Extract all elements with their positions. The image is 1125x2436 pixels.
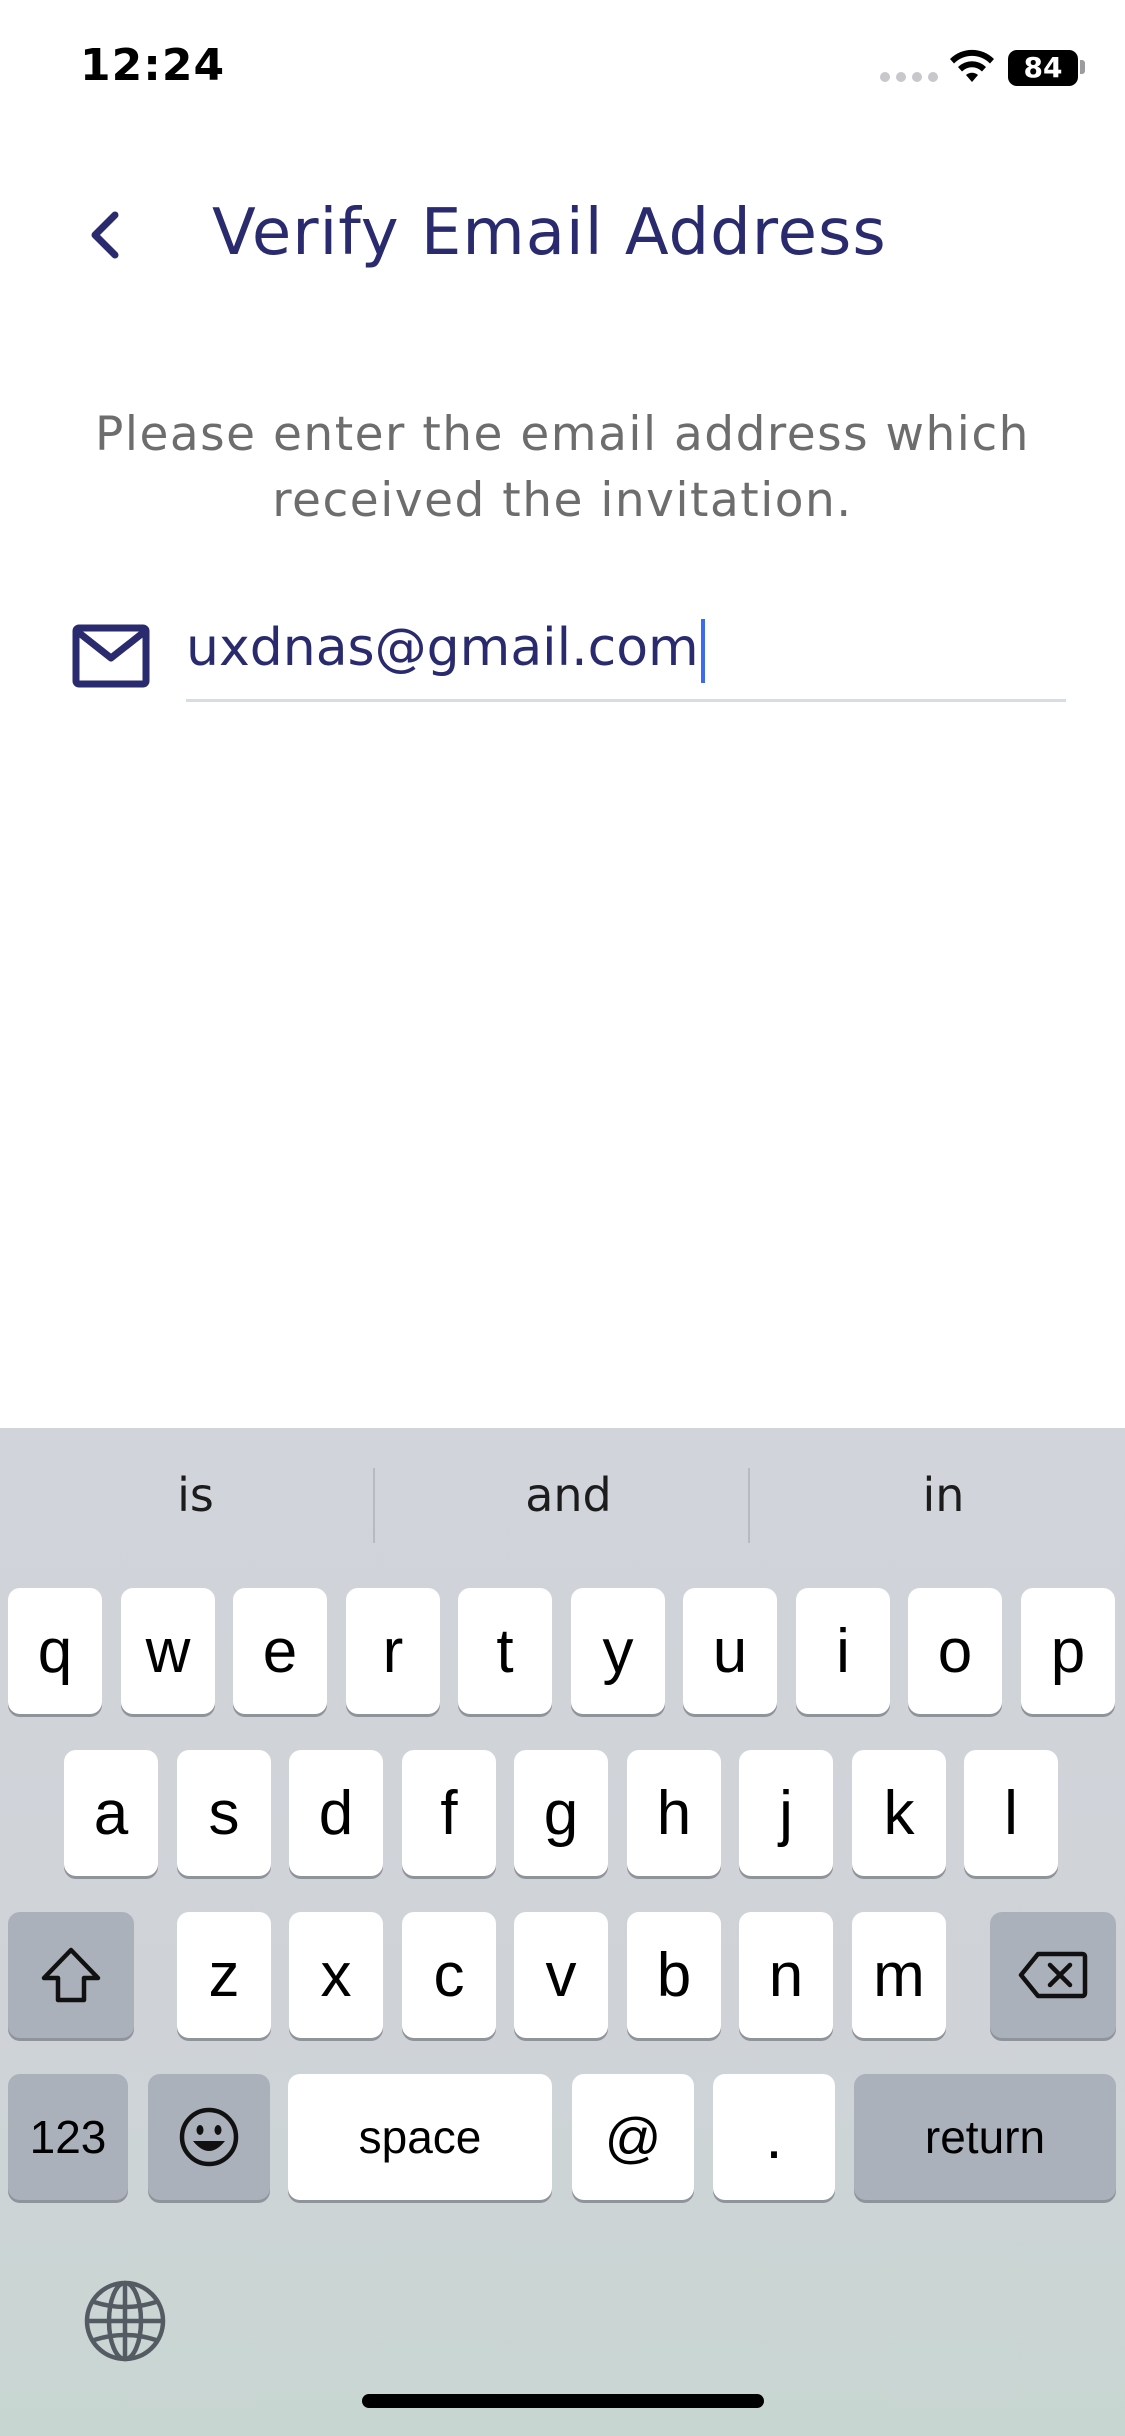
key-q[interactable]: q [8,1588,102,1714]
key-f[interactable]: f [402,1750,496,1876]
key-e[interactable]: e [233,1588,327,1714]
page-title: Verify Email Address [212,196,887,270]
key-w[interactable]: w [121,1588,215,1714]
key-g[interactable]: g [514,1750,608,1876]
email-value-wrapper: uxdnas@gmail.com [186,618,705,683]
key-v[interactable]: v [514,1912,608,2038]
suggestion-divider [373,1468,375,1543]
suggestion-2[interactable]: and [381,1468,756,1522]
at-key[interactable]: @ [572,2074,694,2200]
globe-button[interactable] [82,2278,168,2364]
key-n[interactable]: n [739,1912,833,2038]
return-key[interactable]: return [854,2074,1116,2200]
numbers-key[interactable]: 123 [8,2074,128,2200]
backspace-key[interactable] [990,1912,1116,2038]
key-b[interactable]: b [627,1912,721,2038]
key-k[interactable]: k [852,1750,946,1876]
key-d[interactable]: d [289,1750,383,1876]
key-p[interactable]: p [1021,1588,1115,1714]
status-time: 12:24 [80,40,226,91]
key-s[interactable]: s [177,1750,271,1876]
battery-icon: 84 [1008,50,1078,86]
status-bar: 12:24 84 [0,0,1125,140]
keyboard: is and in q w e r t y u i o p a s d f g … [0,1428,1125,2436]
key-z[interactable]: z [177,1912,271,2038]
key-a[interactable]: a [64,1750,158,1876]
globe-icon [84,2280,166,2362]
email-field[interactable]: uxdnas@gmail.com [186,600,1066,702]
chevron-left-icon [91,211,119,259]
battery-tip [1080,60,1085,74]
text-caret [700,619,705,683]
dot-key[interactable]: . [713,2074,835,2200]
back-button[interactable] [70,200,140,270]
key-l[interactable]: l [964,1750,1058,1876]
wifi-icon [950,49,994,82]
key-j[interactable]: j [739,1750,833,1876]
mail-icon [72,624,150,688]
key-t[interactable]: t [458,1588,552,1714]
home-indicator[interactable] [362,2394,764,2408]
key-c[interactable]: c [402,1912,496,2038]
suggestion-1[interactable]: is [8,1468,383,1522]
key-r[interactable]: r [346,1588,440,1714]
battery-level: 84 [1023,51,1063,84]
emoji-key[interactable] [148,2074,270,2200]
key-m[interactable]: m [852,1912,946,2038]
key-h[interactable]: h [627,1750,721,1876]
suggestion-3[interactable]: in [756,1468,1125,1522]
key-i[interactable]: i [796,1588,890,1714]
suggestion-bar: is and in [0,1428,1125,1578]
suggestion-divider [748,1468,750,1543]
shift-key[interactable] [8,1912,134,2038]
key-x[interactable]: x [289,1912,383,2038]
key-u[interactable]: u [683,1588,777,1714]
backspace-icon [1018,1951,1088,1999]
email-value: uxdnas@gmail.com [186,618,699,678]
emoji-icon [179,2107,239,2167]
space-key[interactable]: space [288,2074,552,2200]
key-o[interactable]: o [908,1588,1002,1714]
key-y[interactable]: y [571,1588,665,1714]
cellular-signal-icon [880,72,938,82]
shift-icon [41,1947,101,2003]
instruction-text: Please enter the email address which rec… [95,407,1030,528]
